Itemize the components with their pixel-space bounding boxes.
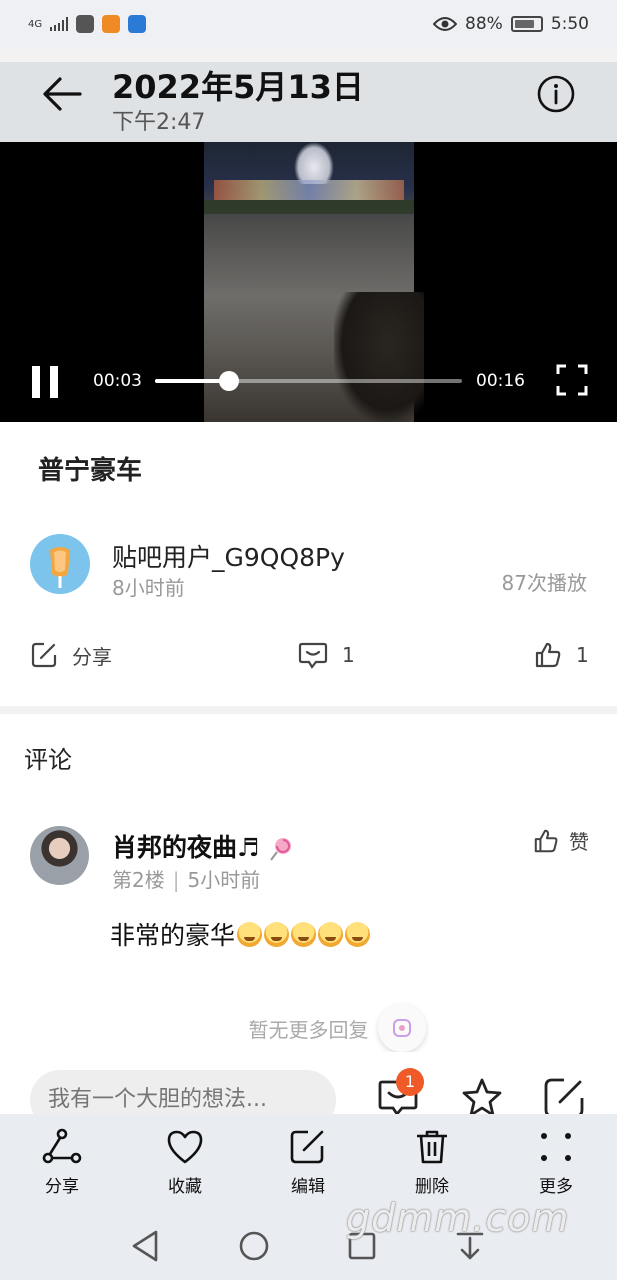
commenter-avatar[interactable]: [30, 826, 89, 885]
edit-button[interactable]: 编辑: [268, 1128, 348, 1197]
no-more-replies: 暂无更多回复: [248, 1018, 369, 1042]
notification-badge: 1: [396, 1068, 424, 1096]
seek-progress: [155, 379, 229, 383]
share-action[interactable]: 分享: [30, 640, 112, 670]
emoji-icon: [291, 921, 317, 947]
emoji-icon: [318, 921, 344, 947]
comment-like-button[interactable]: 赞: [533, 826, 589, 855]
assistant-icon: [393, 1019, 411, 1037]
thumbs-up-icon: [535, 642, 561, 668]
title-bar: 2022年5月13日 下午2:47: [0, 62, 617, 142]
trash-icon: [417, 1130, 447, 1164]
emoji-icon: [345, 921, 371, 947]
commenter-name-text: 肖邦的夜曲♬: [112, 833, 260, 862]
share-icon: [42, 1128, 82, 1164]
app-notification-icon: [76, 15, 95, 33]
emoji-icon: [264, 921, 290, 947]
commenter-name[interactable]: 肖邦的夜曲♬: [112, 828, 294, 864]
watermark: gdmm.com: [346, 1196, 570, 1240]
edit-icon: [290, 1130, 324, 1164]
info-icon[interactable]: [536, 74, 576, 114]
reply-bar: [0, 1052, 617, 1130]
more-icon: [541, 1133, 571, 1161]
video-player[interactable]: 00:03 00:16: [0, 142, 617, 422]
status-bar: 4G 88% 5:50: [0, 0, 617, 48]
favorite-button[interactable]: 收藏: [145, 1128, 225, 1197]
post-time: 8小时前: [112, 576, 185, 600]
post-card: 普宁豪车 贴吧用户_G9QQ8Py 8小时前 87次播放 分享 1 1: [0, 422, 617, 706]
emoji-icon: [237, 921, 263, 947]
page-subtitle: 下午2:47: [112, 110, 206, 135]
delete-button[interactable]: 删除: [392, 1128, 472, 1197]
seek-bar[interactable]: [155, 371, 462, 391]
author-name[interactable]: 贴吧用户_G9QQ8Py: [112, 538, 345, 574]
avatar[interactable]: [30, 534, 90, 594]
seek-handle[interactable]: [218, 371, 239, 391]
fullscreen-icon[interactable]: [556, 364, 588, 396]
post-title: 普宁豪车: [38, 456, 143, 486]
comment-floor: 第2楼: [112, 868, 165, 892]
favorite-label: 收藏: [168, 1177, 202, 1197]
current-time: 00:03: [93, 371, 142, 391]
lollipop-icon: [270, 838, 292, 861]
signal-icon: [50, 17, 69, 31]
comment-time: 5小时前: [187, 868, 261, 892]
comment-like-label: 赞: [569, 830, 589, 854]
eye-icon: [433, 17, 458, 31]
nav-back-icon[interactable]: [128, 1228, 164, 1264]
cloud-app-icon: [128, 15, 147, 33]
delete-label: 删除: [415, 1177, 449, 1197]
clock: 5:50: [550, 14, 589, 34]
thumbs-up-icon: [534, 829, 558, 852]
more-label: 更多: [539, 1177, 573, 1197]
comment-meta: 第2楼 | 5小时前: [112, 868, 261, 892]
like-count: 1: [576, 643, 589, 667]
page-title: 2022年5月13日: [112, 68, 364, 106]
like-action[interactable]: 1: [534, 640, 589, 670]
share-label: 分享: [72, 644, 112, 669]
share-label: 分享: [45, 1177, 79, 1197]
ice-cream-icon: [50, 547, 70, 588]
back-arrow-icon[interactable]: [38, 74, 86, 114]
comment-text: 非常的豪华: [110, 916, 371, 952]
float-assistant-button[interactable]: [378, 1004, 426, 1052]
share-edit-icon: [31, 642, 57, 668]
comment-icon: [298, 642, 328, 669]
comment-count: 1: [342, 643, 355, 667]
battery-icon: [510, 16, 543, 32]
edit-label: 编辑: [291, 1177, 325, 1197]
comments-heading: 评论: [24, 746, 72, 774]
total-time: 00:16: [476, 371, 525, 391]
battery-percent: 88%: [465, 14, 503, 34]
video-app-icon: [102, 15, 121, 33]
nav-home-icon[interactable]: [236, 1228, 272, 1264]
share-button[interactable]: 分享: [22, 1128, 102, 1197]
network-type: 4G: [28, 18, 43, 30]
more-button[interactable]: 更多: [516, 1128, 596, 1197]
heart-icon: [167, 1130, 203, 1164]
comment-action[interactable]: 1: [298, 640, 355, 670]
play-count: 87次播放: [501, 571, 587, 595]
comment-text-content: 非常的豪华: [110, 921, 236, 950]
pause-button[interactable]: [32, 366, 58, 398]
